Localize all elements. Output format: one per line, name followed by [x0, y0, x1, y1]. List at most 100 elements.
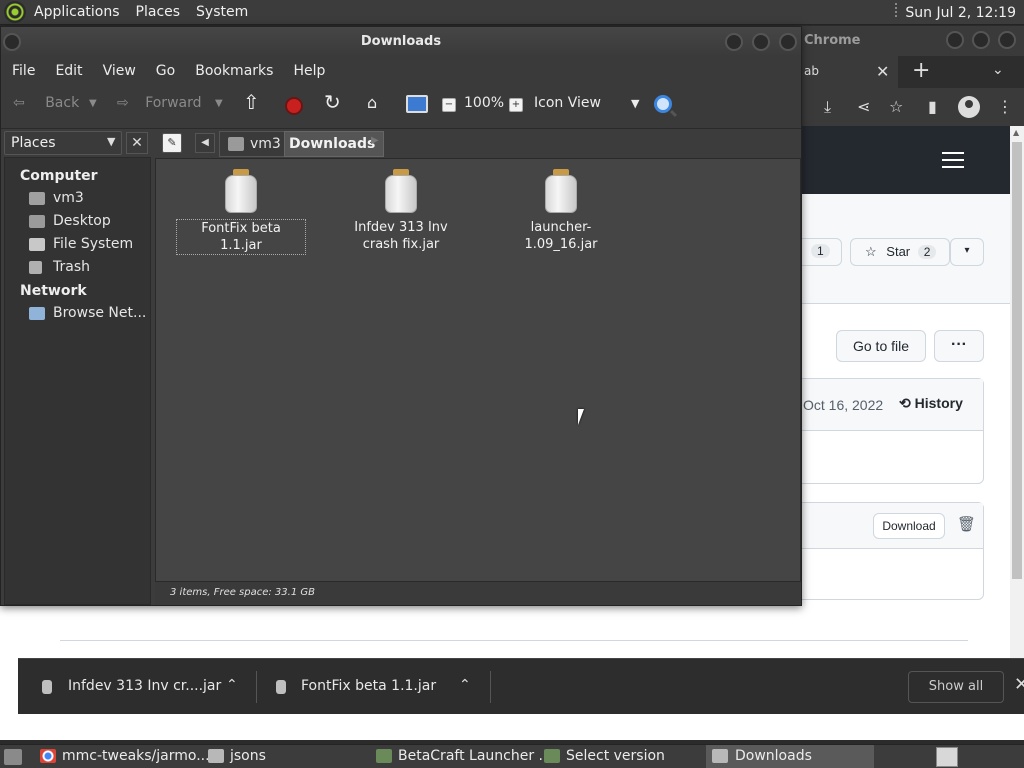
back-button[interactable]: ⇦ Back: [13, 95, 79, 111]
search-icon[interactable]: [654, 95, 672, 113]
tab-search-chevron-icon[interactable]: ⌄: [992, 62, 1004, 78]
panel-separator: [895, 3, 899, 17]
forward-button[interactable]: ⇨ Forward: [117, 95, 202, 111]
menu-file[interactable]: File: [1, 63, 44, 79]
back-history-dropdown-icon[interactable]: ▼: [89, 98, 97, 109]
install-download-icon[interactable]: ⤓: [824, 97, 831, 117]
go-to-file-button[interactable]: Go to file: [836, 330, 926, 362]
up-arrow-icon[interactable]: ⇧: [243, 90, 260, 114]
browser-menu-icon[interactable]: ⋮: [997, 97, 1013, 116]
star-dropdown-button[interactable]: ▾: [950, 238, 984, 266]
show-all-button[interactable]: Show all: [908, 671, 1004, 703]
sidebar-item-vm3[interactable]: vm3: [29, 190, 145, 210]
path-scroll-right-icon[interactable]: ▶: [371, 135, 379, 146]
distro-logo-icon[interactable]: [4, 1, 26, 23]
bottom-taskbar: mmc-tweaks/jarmo... jsons BetaCraft Laun…: [0, 744, 1024, 768]
scrollbar-thumb[interactable]: [1012, 142, 1022, 579]
stop-icon[interactable]: [285, 97, 303, 115]
path-scroll-left-icon[interactable]: ◀: [195, 133, 215, 153]
browser-maximize-button[interactable]: [972, 31, 990, 49]
file-item[interactable]: FontFix beta 1.1.jar: [176, 169, 306, 255]
scroll-up-icon[interactable]: ▲: [1013, 128, 1019, 137]
sidebar-item-file-system[interactable]: File System: [29, 236, 145, 256]
task-chrome[interactable]: mmc-tweaks/jarmo...: [40, 745, 210, 768]
browser-tab[interactable]: ab ✕: [790, 56, 898, 88]
reload-icon[interactable]: ↻: [324, 90, 341, 114]
download-button[interactable]: Download: [873, 513, 945, 539]
profile-avatar-icon[interactable]: [958, 96, 980, 118]
home-folder-icon: [228, 137, 244, 151]
icon-view[interactable]: FontFix beta 1.1.jar Infdev 313 Inv cras…: [155, 158, 801, 605]
breadcrumb-downloads[interactable]: Downloads: [284, 131, 385, 157]
applications-menu[interactable]: Applications: [26, 4, 128, 20]
file-manager-titlebar[interactable]: Downloads: [1, 27, 801, 57]
sidebar-item-label: Desktop: [53, 213, 111, 229]
tab-close-icon[interactable]: ✕: [876, 62, 889, 81]
task-select-version[interactable]: Select version: [544, 745, 704, 768]
download-item[interactable]: FontFix beta 1.1.jar ⌃: [258, 659, 488, 715]
system-menu[interactable]: System: [188, 4, 256, 20]
forward-history-dropdown-icon[interactable]: ▼: [215, 98, 223, 109]
star-icon: ☆: [865, 244, 877, 259]
sidebar-heading-computer: Computer: [20, 168, 98, 184]
hamburger-menu-icon[interactable]: [942, 152, 964, 168]
back-arrow-icon: ⇦: [13, 95, 25, 111]
chevron-down-icon[interactable]: ▼: [107, 135, 115, 148]
places-menu[interactable]: Places: [128, 4, 189, 20]
task-jsons[interactable]: jsons: [208, 745, 368, 768]
browser-minimize-button[interactable]: [946, 31, 964, 49]
computer-icon[interactable]: [406, 95, 428, 113]
caret-down-icon: ▾: [964, 245, 970, 256]
menu-help[interactable]: Help: [282, 63, 334, 79]
chevron-up-icon[interactable]: ⌃: [226, 677, 238, 693]
show-desktop-icon[interactable]: [4, 749, 22, 765]
zoom-out-icon[interactable]: −: [442, 98, 456, 112]
clock[interactable]: Sun Jul 2, 12:19: [895, 3, 1024, 21]
close-button[interactable]: [779, 33, 797, 51]
download-item[interactable]: Infdev 313 Inv cr....jar ⌃: [18, 659, 254, 715]
file-box: Download 🗑: [780, 502, 984, 600]
sidebar-type-select[interactable]: Places: [4, 131, 122, 155]
share-icon[interactable]: ⋖: [857, 97, 870, 116]
close-download-shelf-icon[interactable]: ✕: [1014, 674, 1024, 695]
file-item[interactable]: Infdev 313 Inv crash fix.jar: [336, 169, 466, 253]
task-betacraft[interactable]: BetaCraft Launcher ...: [376, 745, 552, 768]
home-folder-icon[interactable]: ⌂: [367, 93, 377, 112]
minimize-button[interactable]: [725, 33, 743, 51]
menu-go[interactable]: Go: [145, 63, 184, 79]
sidebar-item-desktop[interactable]: Desktop: [29, 213, 145, 233]
close-sidebar-icon[interactable]: ✕: [126, 132, 148, 154]
sidebar-item-browse-network[interactable]: Browse Net...: [29, 305, 145, 325]
view-mode-select[interactable]: Icon View ▼: [534, 95, 639, 111]
task-downloads[interactable]: Downloads: [706, 745, 874, 768]
edit-location-icon[interactable]: ✎: [162, 133, 182, 153]
star-count: 2: [917, 245, 937, 259]
menu-view[interactable]: View: [92, 63, 145, 79]
breadcrumb-vm3[interactable]: vm3: [219, 131, 288, 157]
back-label: Back: [45, 95, 80, 111]
more-options-button[interactable]: ···: [934, 330, 984, 362]
maximize-button[interactable]: [752, 33, 770, 51]
trash-icon[interactable]: 🗑: [957, 515, 976, 533]
app-icon: [544, 749, 560, 763]
star-button[interactable]: ☆ Star 2: [850, 238, 950, 266]
menu-edit[interactable]: Edit: [44, 63, 91, 79]
history-link[interactable]: ⟲ History: [899, 395, 963, 412]
download-separator: [256, 671, 257, 703]
zoom-in-icon[interactable]: +: [509, 98, 523, 112]
workspace-switcher-icon[interactable]: [936, 747, 958, 767]
new-tab-icon[interactable]: +: [912, 58, 930, 83]
jar-file-icon: [276, 680, 286, 694]
chevron-up-icon[interactable]: ⌃: [459, 677, 471, 693]
page-scrollbar[interactable]: ▲ ▼: [1010, 126, 1024, 683]
file-item[interactable]: launcher-1.09_16.jar: [496, 169, 626, 253]
sidebar-item-trash[interactable]: Trash: [29, 259, 145, 279]
task-label: mmc-tweaks/jarmo...: [62, 748, 210, 764]
menu-bookmarks[interactable]: Bookmarks: [184, 63, 282, 79]
content-divider: [60, 640, 968, 641]
bookmark-star-icon[interactable]: ☆: [889, 97, 903, 116]
sidebar-item-label: File System: [53, 236, 134, 252]
side-panel-icon[interactable]: ▮: [928, 97, 937, 116]
chevron-down-icon: ▼: [630, 97, 640, 110]
browser-close-button[interactable]: [998, 31, 1016, 49]
